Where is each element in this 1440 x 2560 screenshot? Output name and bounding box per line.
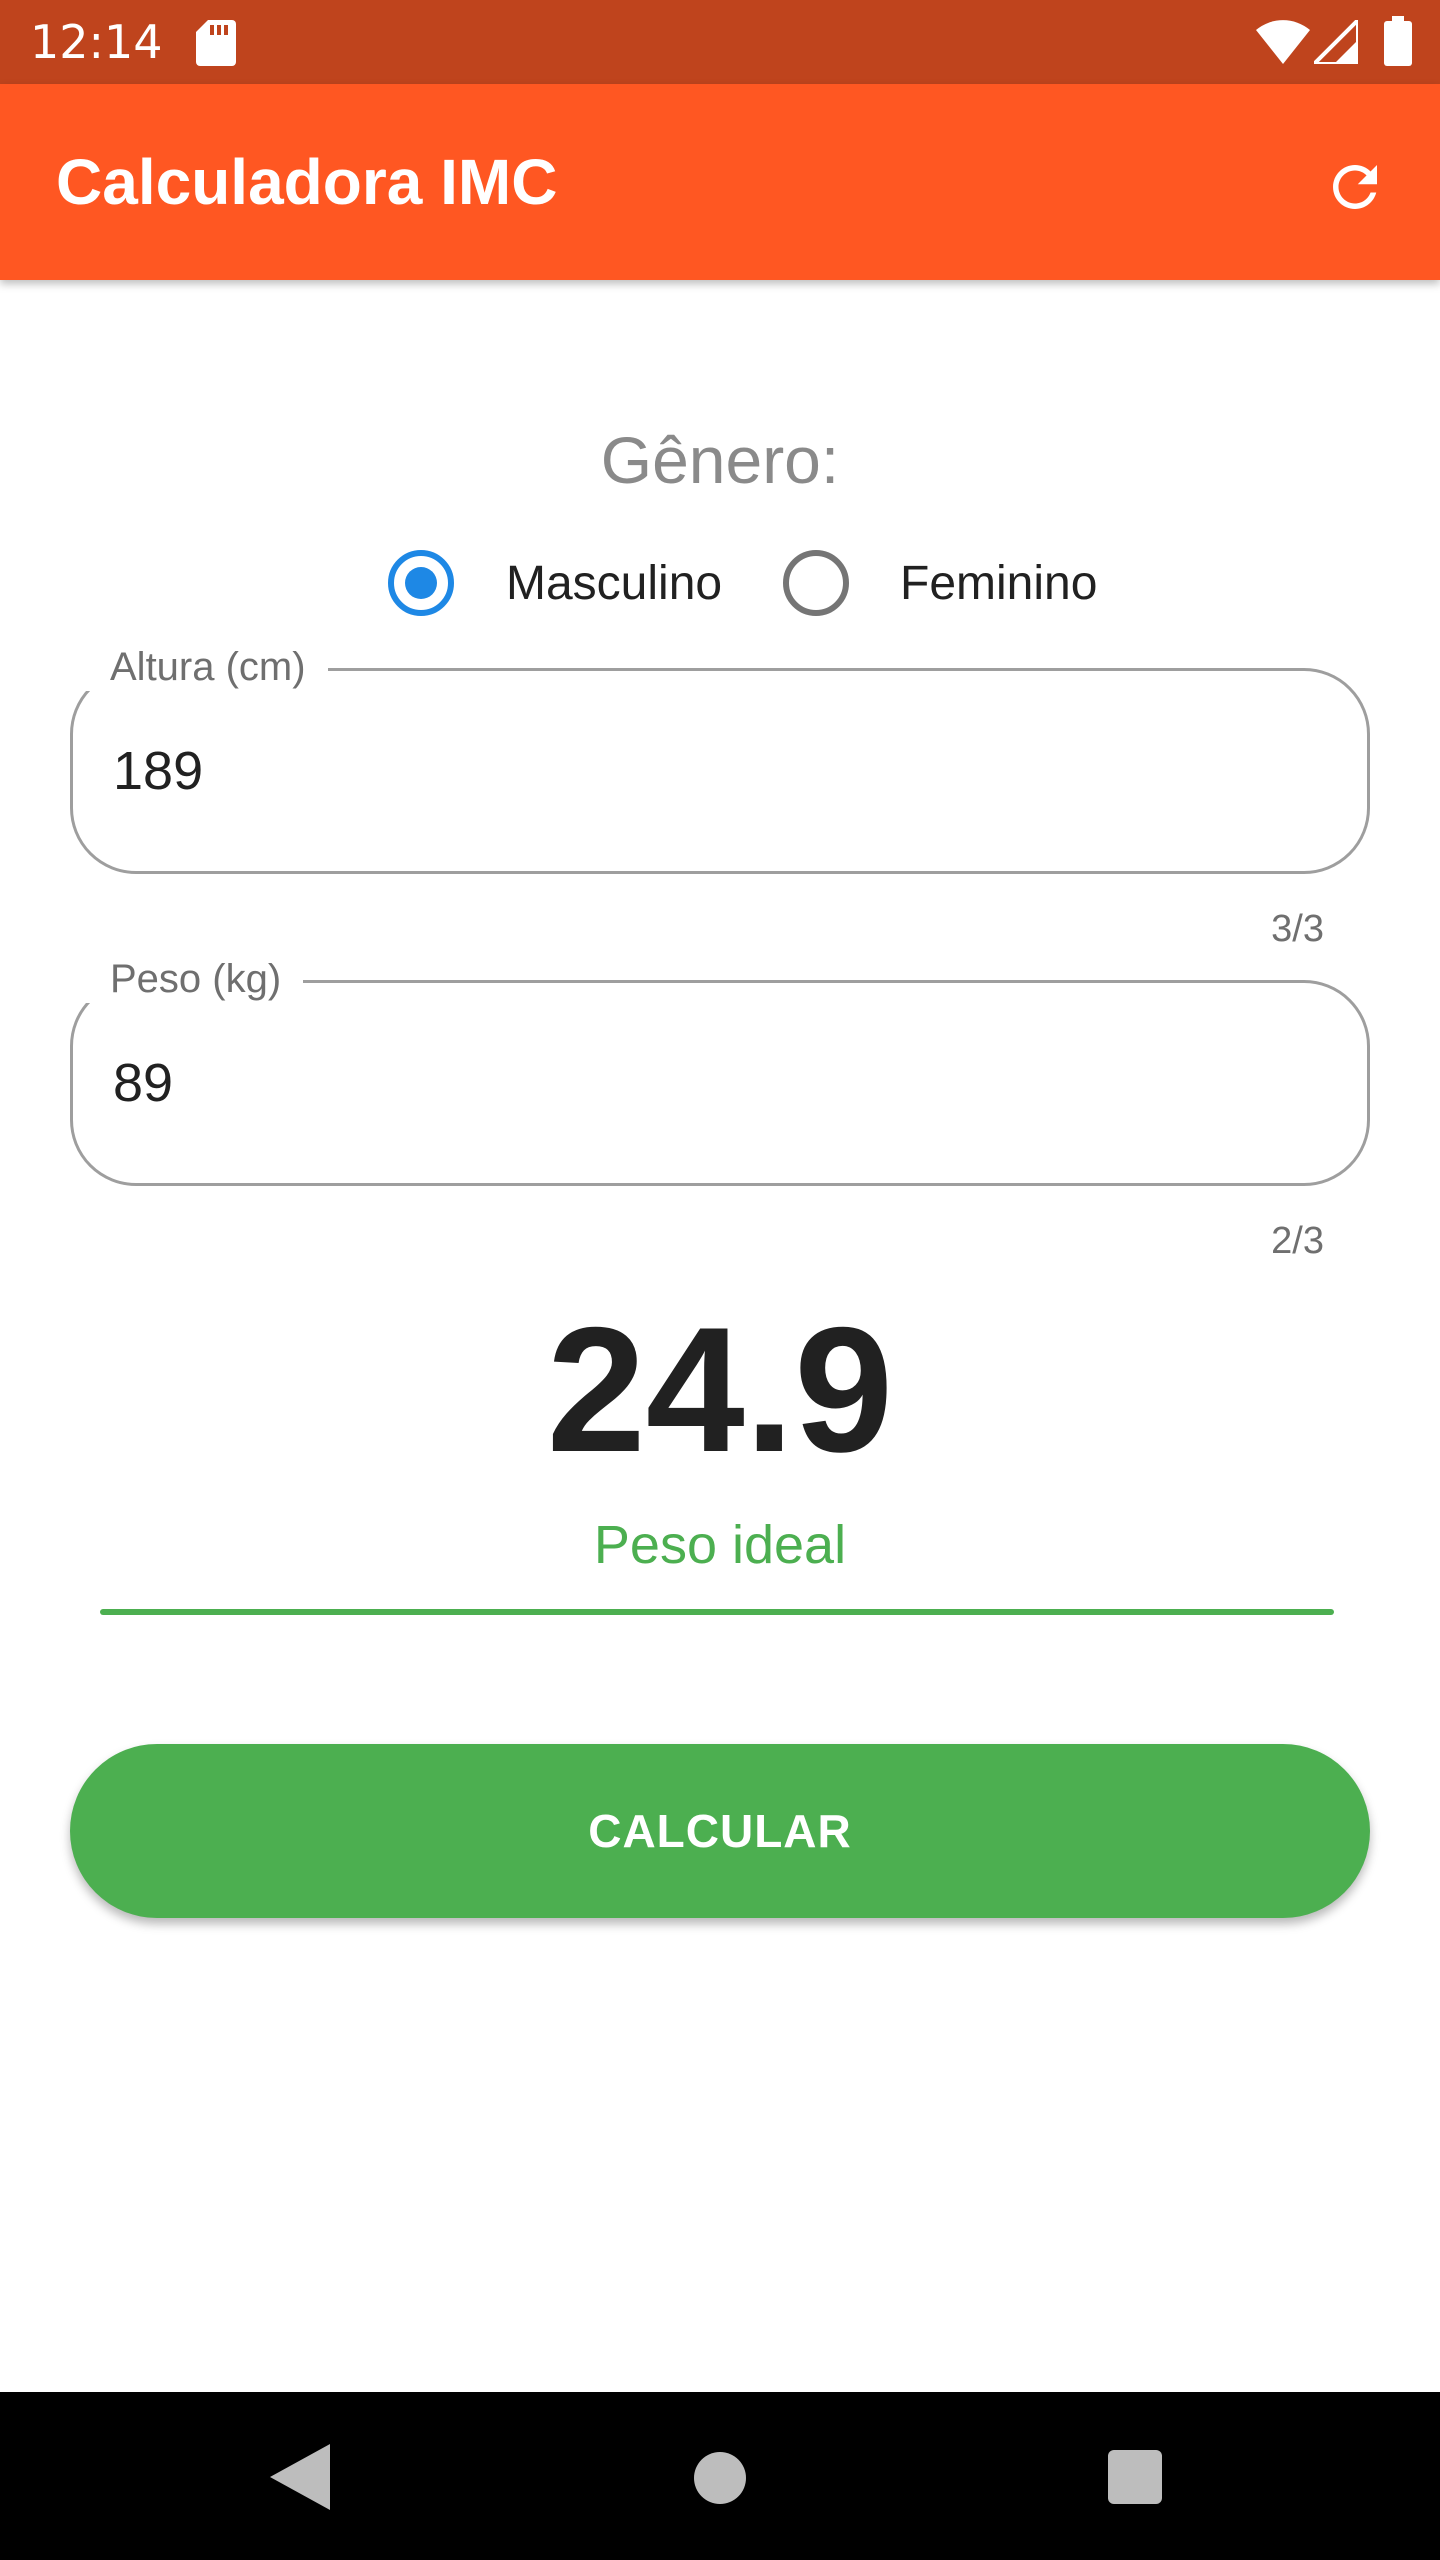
weight-counter: 2/3 <box>1271 1220 1324 1262</box>
bmi-calculator-screen: 12:14 Calculadora IMC Gênero: Masculino … <box>0 0 1440 2560</box>
app-bar: Calculadora IMC <box>0 84 1440 280</box>
status-bar: 12:14 <box>0 0 1440 84</box>
calculate-button[interactable]: CALCULAR <box>70 1744 1370 1918</box>
bmi-result-value: 24.9 <box>546 1290 894 1489</box>
weight-input[interactable] <box>113 1043 1313 1123</box>
refresh-icon <box>1333 165 1377 209</box>
height-field-label: Altura (cm) <box>70 643 328 691</box>
home-icon[interactable] <box>694 2452 746 2504</box>
height-field[interactable]: Altura (cm) <box>70 643 1370 874</box>
wifi-icon <box>1256 20 1310 64</box>
height-counter: 3/3 <box>1271 908 1324 950</box>
radio-feminino[interactable] <box>783 550 849 616</box>
gender-label: Gênero: <box>600 423 840 497</box>
battery-icon <box>1384 16 1412 66</box>
weight-field-label: Peso (kg) <box>70 955 304 1003</box>
weight-field[interactable]: Peso (kg) <box>70 955 1370 1186</box>
refresh-button[interactable] <box>1310 142 1400 232</box>
back-icon[interactable] <box>270 2444 330 2510</box>
app-title: Calculadora IMC <box>56 146 558 218</box>
radio-label-feminino[interactable]: Feminino <box>900 552 1097 616</box>
bmi-result-status: Peso ideal <box>593 1515 847 1575</box>
height-input[interactable] <box>113 731 1313 811</box>
signal-icon <box>1314 20 1358 64</box>
radio-label-masculino[interactable]: Masculino <box>506 552 722 616</box>
status-time: 12:14 <box>30 15 163 69</box>
result-divider <box>100 1609 1334 1615</box>
radio-masculino[interactable] <box>388 550 454 616</box>
sd-card-icon <box>196 20 236 66</box>
recents-icon[interactable] <box>1108 2450 1162 2504</box>
